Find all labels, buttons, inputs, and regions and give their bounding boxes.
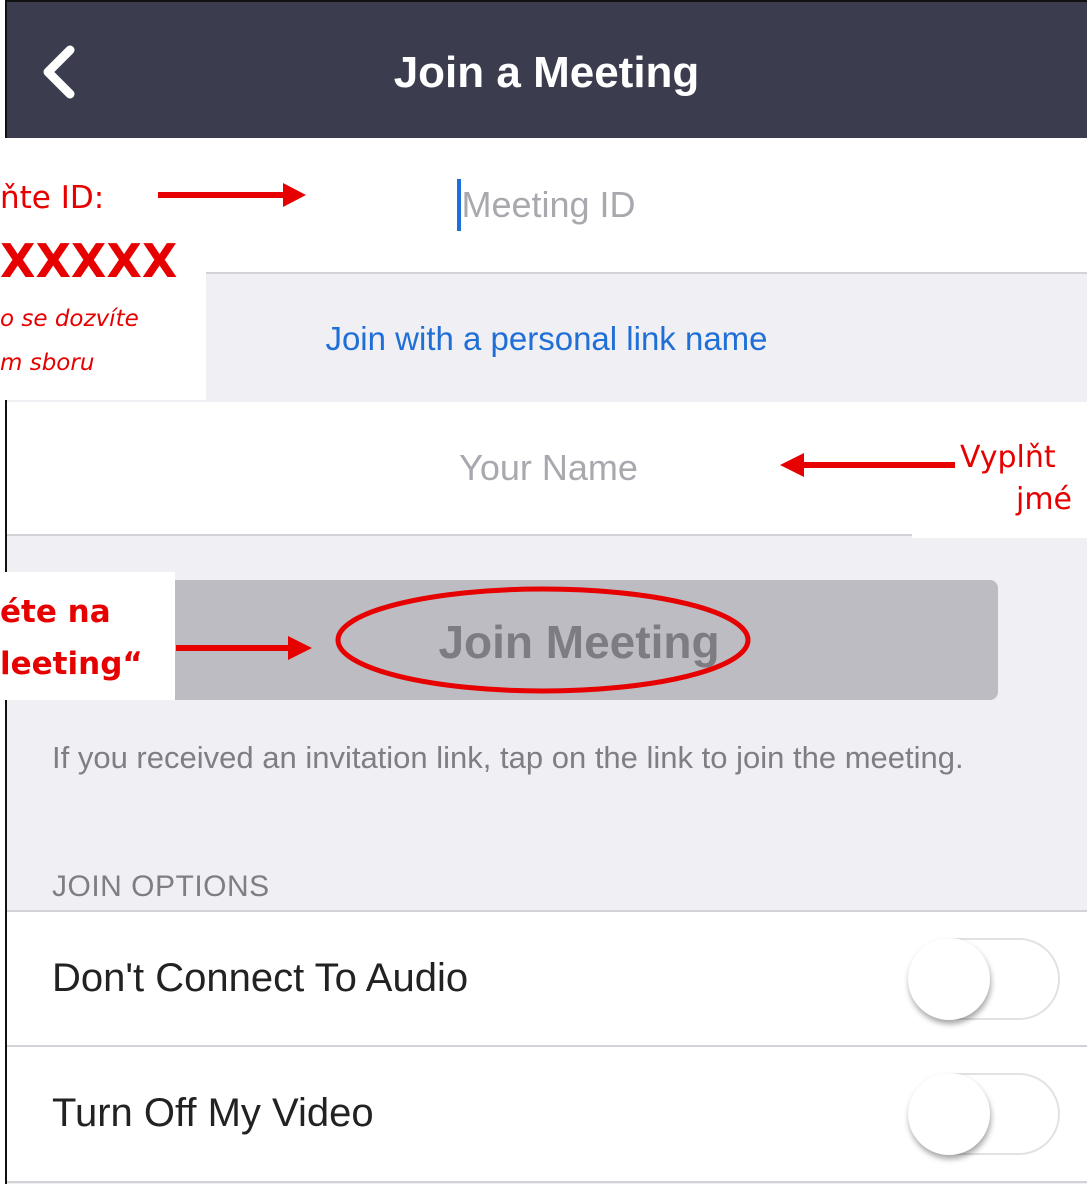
toggle-knob	[908, 1073, 990, 1155]
annotation-text: XXXXX	[0, 234, 178, 288]
join-meeting-button[interactable]: Join Meeting	[160, 580, 998, 700]
join-options-header: JOIN OPTIONS	[52, 870, 270, 903]
option-label-audio: Don't Connect To Audio	[52, 956, 469, 1000]
invitation-hint: If you received an invitation link, tap …	[52, 740, 964, 775]
nav-bar: Join a Meeting	[6, 0, 1087, 138]
annotation-text: leeting“	[0, 646, 143, 682]
toggle-knob	[908, 938, 990, 1020]
audio-toggle[interactable]	[908, 938, 1060, 1020]
annotation-join-button: éte na leeting“	[0, 572, 175, 700]
text-caret	[457, 179, 461, 231]
annotation-text: ňte ID:	[0, 180, 105, 216]
annotation-text: éte na	[0, 594, 111, 630]
annotation-text: m sboru	[0, 350, 95, 376]
option-row-video: Turn Off My Video	[6, 1045, 1087, 1183]
option-row-audio: Don't Connect To Audio	[6, 910, 1087, 1046]
video-toggle[interactable]	[908, 1073, 1060, 1155]
option-label-video: Turn Off My Video	[52, 1091, 374, 1135]
annotation-text: Vyplňt	[960, 440, 1056, 475]
annotation-meeting-id: ňte ID: XXXXX o se dozvíte m sboru	[0, 138, 206, 400]
join-meeting-label: Join Meeting	[438, 616, 720, 668]
annotation-text: o se dozvíte	[0, 306, 139, 332]
annotation-text: jmé	[1016, 482, 1073, 517]
frame-border-top	[5, 0, 1087, 2]
page-title: Join a Meeting	[393, 48, 700, 97]
annotation-your-name: Vyplňt jmé	[912, 402, 1087, 538]
